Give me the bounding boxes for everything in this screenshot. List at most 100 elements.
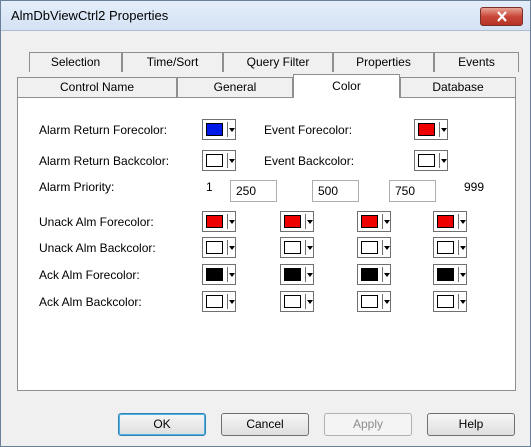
color-swatch	[206, 268, 223, 281]
ack-alm-backcolor-picker-2[interactable]	[280, 291, 314, 312]
chevron-down-icon	[441, 128, 447, 132]
picker-divider	[439, 153, 440, 168]
chevron-down-icon	[460, 246, 466, 250]
ack-alm-backcolor-picker-3[interactable]	[357, 291, 391, 312]
picker-divider	[458, 240, 459, 255]
alarm-return-forecolor-label: Alarm Return Forecolor:	[39, 123, 168, 137]
ack-alm-forecolor-picker-3[interactable]	[357, 264, 391, 285]
close-button[interactable]	[480, 7, 523, 26]
unack-alm-backcolor-picker-2[interactable]	[280, 237, 314, 258]
color-swatch	[206, 215, 223, 228]
color-swatch	[437, 241, 454, 254]
event-backcolor-picker[interactable]	[414, 150, 448, 171]
event-backcolor-label: Event Backcolor:	[264, 154, 355, 168]
alarm-priority-label: Alarm Priority:	[39, 180, 115, 194]
chevron-down-icon	[307, 300, 313, 304]
alarm-return-backcolor-label: Alarm Return Backcolor:	[39, 154, 170, 168]
unack-alm-forecolor-picker-1[interactable]	[202, 211, 236, 232]
unack-alm-forecolor-picker-2[interactable]	[280, 211, 314, 232]
chevron-down-icon	[441, 159, 447, 163]
properties-dialog: AlmDbViewCtrl2 Properties Selection Time…	[0, 0, 531, 447]
tab-control-name[interactable]: Control Name	[17, 77, 177, 97]
picker-divider	[439, 122, 440, 137]
color-swatch	[418, 154, 435, 167]
color-swatch	[284, 268, 301, 281]
unack-alm-backcolor-picker-1[interactable]	[202, 237, 236, 258]
color-swatch	[206, 154, 223, 167]
chevron-down-icon	[307, 220, 313, 224]
tab-general[interactable]: General	[177, 77, 293, 97]
window-title: AlmDbViewCtrl2 Properties	[11, 8, 169, 23]
chevron-down-icon	[384, 300, 390, 304]
color-swatch	[284, 241, 301, 254]
ok-button[interactable]: OK	[118, 413, 206, 436]
alarm-return-forecolor-picker[interactable]	[202, 119, 236, 140]
ack-alm-forecolor-label: Ack Alm Forecolor:	[39, 268, 140, 282]
tab-database[interactable]: Database	[400, 77, 516, 97]
color-swatch	[437, 215, 454, 228]
priority-max-value: 999	[464, 180, 485, 194]
color-swatch	[361, 215, 378, 228]
tab-properties[interactable]: Properties	[333, 52, 434, 72]
color-swatch	[437, 295, 454, 308]
picker-divider	[305, 240, 306, 255]
tab-time-sort[interactable]: Time/Sort	[122, 52, 223, 72]
color-swatch	[206, 295, 223, 308]
tab-color[interactable]: Color	[293, 74, 400, 98]
picker-divider	[305, 214, 306, 229]
chevron-down-icon	[307, 246, 313, 250]
unack-alm-backcolor-picker-4[interactable]	[433, 237, 467, 258]
picker-divider	[227, 294, 228, 309]
color-swatch	[206, 241, 223, 254]
chevron-down-icon	[229, 273, 235, 277]
chevron-down-icon	[229, 220, 235, 224]
tab-events[interactable]: Events	[434, 52, 519, 72]
ack-alm-forecolor-picker-1[interactable]	[202, 264, 236, 285]
title-bar: AlmDbViewCtrl2 Properties	[1, 1, 530, 31]
chevron-down-icon	[229, 159, 235, 163]
unack-alm-forecolor-picker-3[interactable]	[357, 211, 391, 232]
chevron-down-icon	[460, 300, 466, 304]
picker-divider	[227, 122, 228, 137]
tab-selection[interactable]: Selection	[29, 52, 122, 72]
close-x-icon	[496, 11, 507, 22]
apply-button[interactable]: Apply	[324, 413, 412, 436]
picker-divider	[458, 294, 459, 309]
unack-alm-forecolor-picker-4[interactable]	[433, 211, 467, 232]
picker-divider	[458, 214, 459, 229]
unack-alm-forecolor-label: Unack Alm Forecolor:	[39, 215, 154, 229]
help-button[interactable]: Help	[427, 413, 515, 436]
chevron-down-icon	[229, 246, 235, 250]
picker-divider	[382, 240, 383, 255]
picker-divider	[227, 153, 228, 168]
picker-divider	[382, 294, 383, 309]
ack-alm-backcolor-picker-4[interactable]	[433, 291, 467, 312]
picker-divider	[305, 267, 306, 282]
chevron-down-icon	[229, 300, 235, 304]
ack-alm-backcolor-picker-1[interactable]	[202, 291, 236, 312]
alarm-return-backcolor-picker[interactable]	[202, 150, 236, 171]
color-swatch	[284, 295, 301, 308]
color-swatch	[418, 123, 435, 136]
priority-threshold-3-input[interactable]: 750	[389, 180, 436, 202]
ack-alm-forecolor-picker-2[interactable]	[280, 264, 314, 285]
picker-divider	[382, 267, 383, 282]
ack-alm-backcolor-label: Ack Alm Backcolor:	[39, 295, 142, 309]
priority-threshold-1-input[interactable]: 250	[230, 180, 277, 202]
priority-threshold-2-input[interactable]: 500	[312, 180, 359, 202]
color-swatch	[206, 123, 223, 136]
picker-divider	[227, 214, 228, 229]
chevron-down-icon	[307, 273, 313, 277]
unack-alm-backcolor-picker-3[interactable]	[357, 237, 391, 258]
color-swatch	[361, 295, 378, 308]
chevron-down-icon	[460, 220, 466, 224]
event-forecolor-picker[interactable]	[414, 119, 448, 140]
picker-divider	[458, 267, 459, 282]
cancel-button[interactable]: Cancel	[221, 413, 309, 436]
picker-divider	[382, 214, 383, 229]
chevron-down-icon	[384, 220, 390, 224]
ack-alm-forecolor-picker-4[interactable]	[433, 264, 467, 285]
tab-query-filter[interactable]: Query Filter	[223, 52, 333, 72]
unack-alm-backcolor-label: Unack Alm Backcolor:	[39, 241, 156, 255]
color-tab-panel: Alarm Return Forecolor: Event Forecolor:…	[17, 97, 516, 391]
